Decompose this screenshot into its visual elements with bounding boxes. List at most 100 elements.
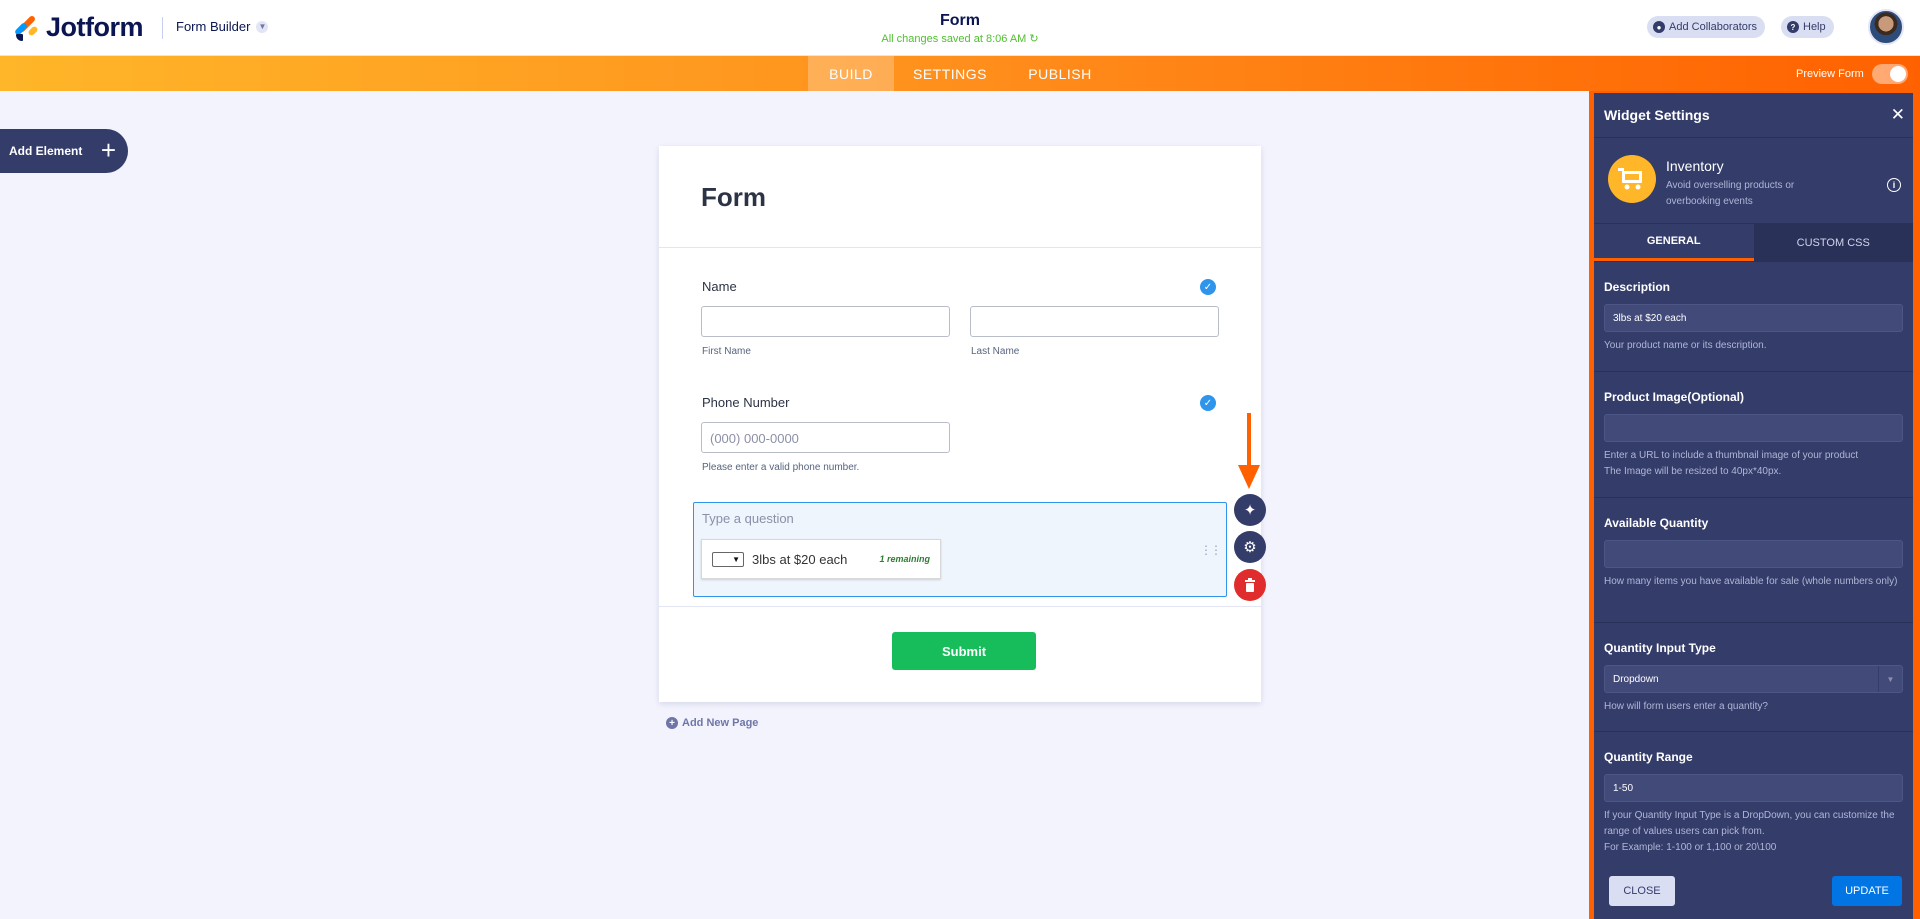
tab-build-label: BUILD [829,65,873,82]
tab-settings[interactable]: SETTINGS [894,56,1006,91]
close-button[interactable]: CLOSE [1609,876,1675,906]
phone-sublabel: Please enter a valid phone number. [702,462,860,473]
form-canvas: Form Name ✓ First Name Last Name Phone N… [659,146,1261,702]
quantity-input-type-value: Dropdown [1613,674,1659,685]
gear-icon: ⚙ [1243,539,1257,556]
add-collaborators-label: Add Collaborators [1669,21,1758,33]
panel-header: Widget Settings ✕ [1594,93,1913,138]
name-label[interactable]: Name [702,279,737,294]
magic-wand-icon: ✦ [1243,502,1257,519]
first-name-sublabel: First Name [702,346,751,357]
preview-form-control: Preview Form [1796,56,1908,91]
form-title[interactable]: Form [760,12,1160,30]
form-builder-label: Form Builder [176,19,251,34]
top-header: Jotform Form Builder ▼ Form All changes … [0,0,1920,56]
add-collaborators-button[interactable]: ● Add Collaborators [1647,16,1766,38]
tab-build[interactable]: BUILD [808,56,894,91]
header-divider [162,17,163,39]
add-new-page-label: Add New Page [682,717,759,729]
field-settings-button[interactable]: ⚙ [1234,531,1266,563]
plus-circle-icon: + [666,717,678,729]
submit-divider [659,606,1261,607]
save-status-text: All changes saved at 8:06 AM [881,33,1027,45]
tab-general[interactable]: GENERAL [1594,224,1754,261]
preview-form-label: Preview Form [1796,67,1864,80]
description-help: Your product name or its description. [1604,340,1767,351]
product-image-help-line1: Enter a URL to include a thumbnail image… [1604,450,1859,461]
submit-button[interactable]: Submit [892,632,1036,670]
quantity-range-help-line2: For Example: 1-100 or 1,100 or 20\100 [1604,842,1777,853]
widget-name: Inventory [1666,158,1724,174]
update-button[interactable]: UPDATE [1832,876,1902,906]
logo-text: Jotform [46,12,144,42]
builder-navbar: BUILD SETTINGS PUBLISH Preview Form [0,56,1920,91]
product-image-setting: Product Image(Optional) Enter a URL to i… [1594,372,1913,498]
required-check-icon: ✓ [1200,279,1216,295]
product-image-label: Product Image(Optional) [1604,390,1745,404]
form-heading[interactable]: Form [701,182,766,213]
description-input[interactable]: 3lbs at $20 each [1604,304,1903,332]
widget-info: Inventory Avoid overselling products or … [1594,138,1913,224]
info-icon[interactable]: i [1887,178,1901,192]
quantity-input-type-select[interactable]: Dropdown ▼ [1604,665,1903,693]
jotform-logo[interactable]: Jotform [13,12,144,43]
help-label: Help [1803,21,1826,33]
refresh-icon: ↻ [1029,33,1039,45]
quantity-input-type-setting: Quantity Input Type Dropdown ▼ How will … [1594,623,1913,732]
user-avatar[interactable] [1868,9,1904,45]
plus-icon: + [100,135,116,165]
available-quantity-help: How many items you have available for sa… [1604,576,1898,587]
trash-icon [1245,578,1255,592]
required-check-icon: ✓ [1200,395,1216,411]
preview-form-toggle[interactable] [1871,63,1908,84]
widget-settings-panel: Widget Settings ✕ Inventory Avoid overse… [1589,91,1920,919]
save-status: All changes saved at 8:06 AM ↻ [760,32,1160,45]
available-quantity-label: Available Quantity [1604,516,1709,530]
delete-field-button[interactable] [1234,569,1266,601]
tab-settings-label: SETTINGS [912,65,987,82]
question-input[interactable]: Type a question [702,511,794,526]
form-builder-menu[interactable]: Form Builder ▼ [176,19,269,34]
available-quantity-input[interactable] [1604,540,1903,568]
widget-description: Avoid overselling products or overbookin… [1666,180,1795,207]
inventory-widget-field[interactable]: Type a question ▼ 3lbs at $20 each 1 rem… [693,502,1227,597]
inventory-item: ▼ 3lbs at $20 each 1 remaining [701,539,941,579]
quantity-range-input[interactable]: 1-50 [1604,774,1903,802]
last-name-input[interactable] [970,306,1219,337]
drag-handle-icon[interactable]: ⋮⋮ [1200,543,1222,557]
quantity-input-type-help: How will form users enter a quantity? [1604,701,1768,712]
available-quantity-setting: Available Quantity How many items you ha… [1594,498,1913,623]
chevron-down-icon: ▼ [256,20,269,33]
user-icon: ● [1653,21,1665,33]
add-element-label: Add Element [9,144,83,158]
description-label: Description [1604,280,1671,294]
add-new-page-button[interactable]: + Add New Page [666,717,758,729]
close-icon[interactable]: ✕ [1891,105,1905,125]
phone-input[interactable]: (000) 000-0000 [701,422,950,453]
tab-publish[interactable]: PUBLISH [1006,56,1114,91]
widget-settings-body: Widget Settings ✕ Inventory Avoid overse… [1594,93,1913,919]
cart-icon [1608,155,1656,203]
annotation-arrow [1238,413,1260,489]
quantity-range-help-line1: If your Quantity Input Type is a DropDow… [1604,810,1895,837]
phone-label[interactable]: Phone Number [702,395,789,410]
product-image-help: Enter a URL to include a thumbnail image… [1604,448,1903,480]
quantity-range-setting: Quantity Range 1-50 If your Quantity Inp… [1594,732,1913,882]
add-element-button[interactable]: Add Element + [0,129,128,173]
quantity-select[interactable]: ▼ [712,551,744,567]
quantity-range-label: Quantity Range [1604,750,1693,764]
help-button[interactable]: ? Help [1781,16,1834,38]
jotform-logo-icon [13,14,40,42]
magic-wand-button[interactable]: ✦ [1234,494,1266,526]
first-name-input[interactable] [701,306,950,337]
quantity-input-type-label: Quantity Input Type [1604,641,1716,655]
inventory-remaining: 1 remaining [879,554,930,564]
description-setting: Description 3lbs at $20 each Your produc… [1594,262,1913,372]
panel-title: Widget Settings [1604,107,1710,123]
product-image-input[interactable] [1604,414,1903,442]
inventory-item-description: 3lbs at $20 each [752,551,848,567]
chevron-down-icon: ▼ [1878,666,1902,692]
quantity-range-help: If your Quantity Input Type is a DropDow… [1604,808,1903,856]
tab-custom-css[interactable]: CUSTOM CSS [1754,224,1914,261]
help-icon: ? [1787,21,1799,33]
